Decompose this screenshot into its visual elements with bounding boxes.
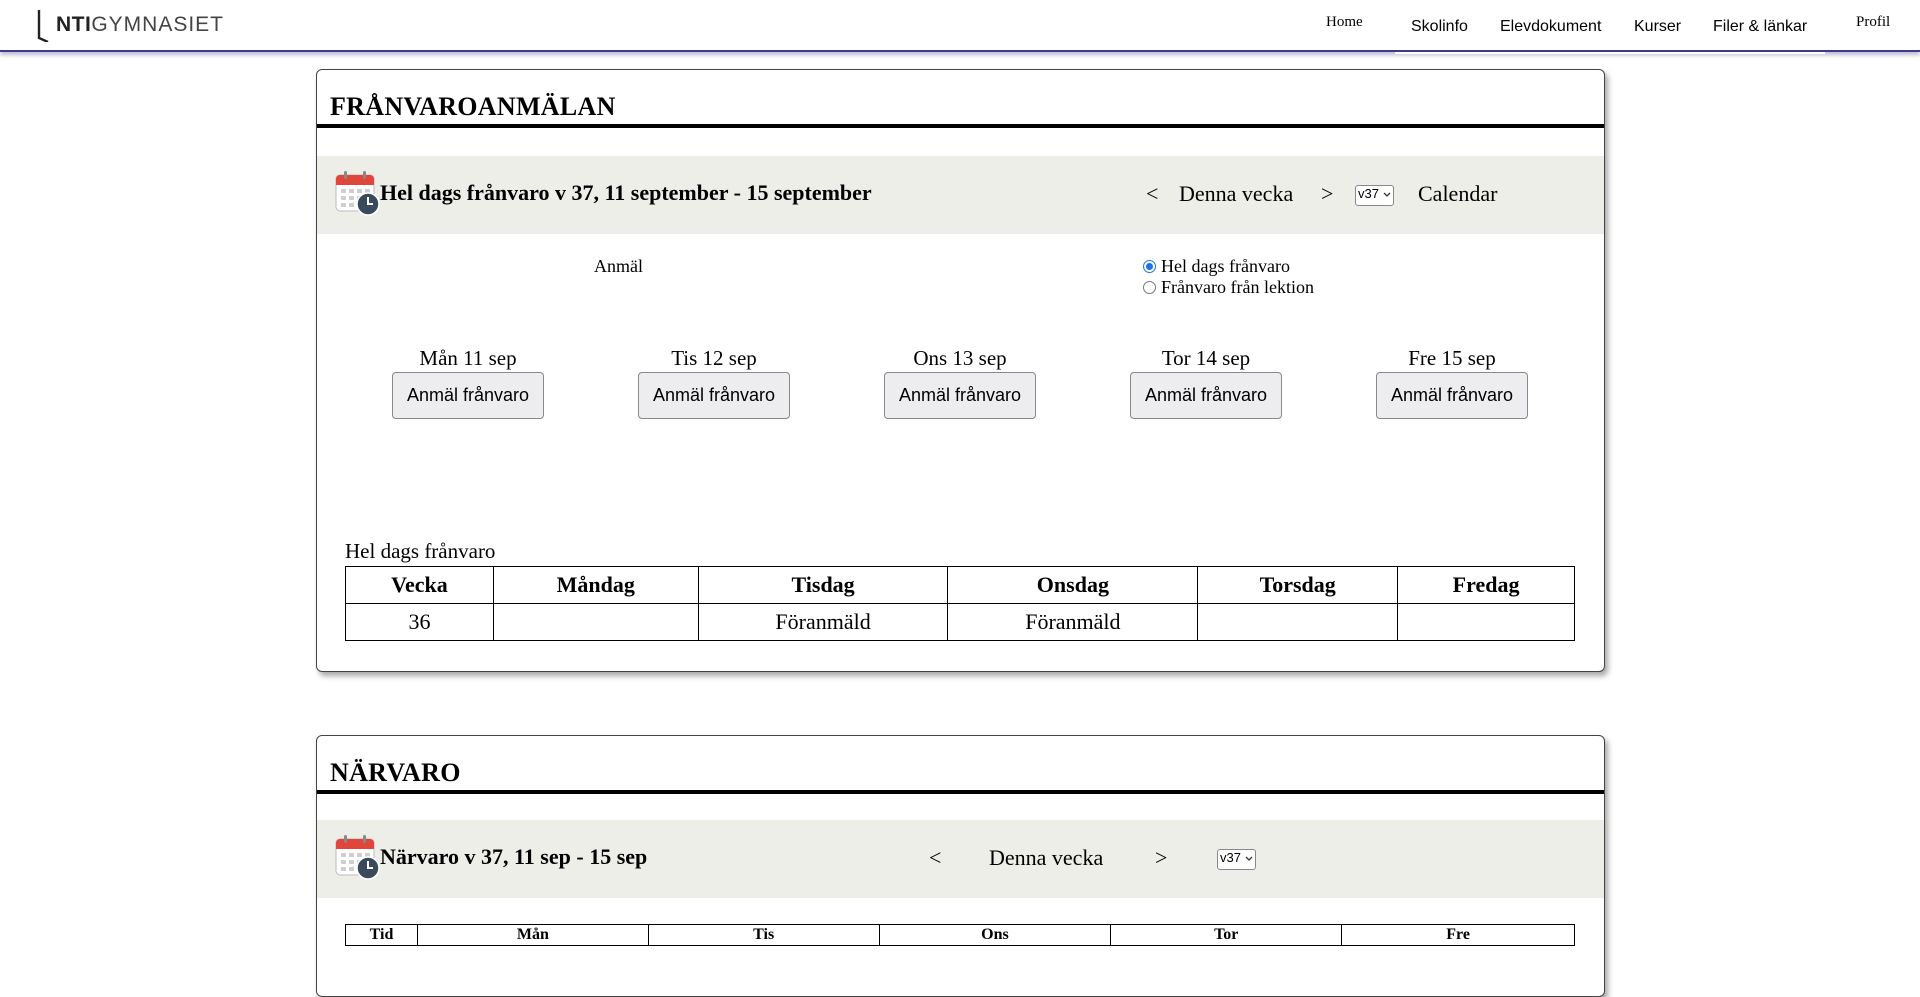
attendance-week-bar: Närvaro v 37, 11 sep - 15 sep < Denna ve…: [317, 820, 1604, 898]
calendar-clock-icon: [335, 171, 380, 216]
day-column-friday: Fre 15 sep Anmäl frånvaro: [1376, 346, 1528, 419]
day-label: Tor 14 sep: [1161, 346, 1251, 370]
absence-card-title: FRÅNVAROANMÄLAN: [330, 92, 616, 121]
report-absence-button-friday[interactable]: Anmäl frånvaro: [1376, 372, 1528, 419]
week-select[interactable]: v37: [1355, 185, 1394, 206]
table-row: 36 Föranmäld Föranmäld: [345, 603, 1575, 641]
day-column-tuesday: Tis 12 sep Anmäl frånvaro: [638, 346, 790, 419]
nav-elevdokument-link[interactable]: Elevdokument: [1500, 18, 1601, 36]
next-week-button[interactable]: >: [1321, 181, 1333, 207]
absence-table: Vecka Måndag Tisdag Onsdag Torsdag Freda…: [345, 566, 1575, 641]
absence-week-bar: Hel dags frånvaro v 37, 11 september - 1…: [317, 156, 1604, 234]
table-cell: Föranmäld: [697, 603, 949, 641]
attendance-card-title: NÄRVARO: [330, 758, 461, 787]
table-header-cell: Ons: [878, 924, 1112, 946]
radio-button-selected[interactable]: [1143, 260, 1156, 273]
previous-week-button[interactable]: <: [929, 845, 941, 871]
logo-bracket-icon: [37, 10, 49, 42]
day-column-wednesday: Ons 13 sep Anmäl frånvaro: [884, 346, 1036, 419]
attendance-week-title: Närvaro v 37, 11 sep - 15 sep: [380, 844, 648, 869]
table-cell: [492, 603, 699, 641]
chevron-down-icon: [1245, 856, 1253, 861]
table-header-cell: Onsdag: [947, 566, 1199, 604]
attendance-table: Tid Mån Tis Ons Tor Fre: [345, 924, 1575, 946]
radio-button-unselected[interactable]: [1143, 281, 1156, 294]
table-header-cell: Tisdag: [697, 566, 949, 604]
table-header-cell: Torsdag: [1197, 566, 1399, 604]
radio-full-day-label: Hel dags frånvaro: [1161, 256, 1290, 276]
day-label: Mån 11 sep: [419, 346, 517, 370]
table-header-cell: Tid: [345, 924, 418, 946]
table-header-cell: Tor: [1110, 924, 1343, 946]
absence-week-title: Hel dags frånvaro v 37, 11 september - 1…: [380, 180, 872, 205]
previous-week-button[interactable]: <: [1146, 181, 1158, 207]
table-header-cell: Fre: [1341, 924, 1575, 946]
nti-logo[interactable]: NTIGYMNASIET: [36, 6, 224, 44]
table-cell: 36: [345, 603, 494, 641]
week-select-value: v37: [1358, 186, 1379, 201]
radio-lesson-absence-label: Frånvaro från lektion: [1161, 277, 1314, 297]
next-week-button[interactable]: >: [1155, 845, 1167, 871]
report-label: Anmäl: [594, 256, 643, 276]
nav-filer-lankar-link[interactable]: Filer & länkar: [1713, 18, 1807, 36]
radio-lesson-absence[interactable]: Frånvaro från lektion: [1143, 277, 1314, 298]
day-label: Fre 15 sep: [1408, 346, 1496, 370]
nav-home-link[interactable]: Home: [1326, 14, 1363, 31]
table-header-row: Tid Mån Tis Ons Tor Fre: [345, 924, 1575, 946]
title-divider: [317, 790, 1604, 794]
week-select[interactable]: v37: [1217, 849, 1256, 870]
absence-table-caption: Hel dags frånvaro: [345, 539, 496, 563]
table-header-cell: Måndag: [492, 566, 699, 604]
top-navigation-bar: NTIGYMNASIET Home Skolinfo Elevdokument …: [0, 0, 1920, 54]
day-column-monday: Mån 11 sep Anmäl frånvaro: [392, 346, 544, 419]
table-header-cell: Fredag: [1397, 566, 1575, 604]
absence-report-card: FRÅNVAROANMÄLAN Hel dags frånvaro v 37, …: [316, 69, 1605, 672]
calendar-clock-icon: [335, 835, 380, 880]
this-week-button[interactable]: Denna vecka: [1179, 181, 1293, 207]
report-absence-button-thursday[interactable]: Anmäl frånvaro: [1130, 372, 1282, 419]
logo-text-light: GYMNASIET: [91, 13, 225, 36]
this-week-button[interactable]: Denna vecka: [989, 845, 1103, 871]
day-label: Ons 13 sep: [913, 346, 1007, 370]
calendar-link[interactable]: Calendar: [1418, 181, 1497, 207]
chevron-down-icon: [1383, 192, 1391, 197]
radio-full-day[interactable]: Hel dags frånvaro: [1143, 256, 1290, 277]
table-header-cell: Vecka: [345, 566, 494, 604]
logo-text-bold: NTI: [56, 13, 92, 36]
table-cell: [1197, 603, 1399, 641]
day-label: Tis 12 sep: [671, 346, 757, 370]
report-absence-button-tuesday[interactable]: Anmäl frånvaro: [638, 372, 790, 419]
week-select-value: v37: [1220, 850, 1241, 865]
report-absence-button-wednesday[interactable]: Anmäl frånvaro: [884, 372, 1036, 419]
report-absence-button-monday[interactable]: Anmäl frånvaro: [392, 372, 544, 419]
table-cell: Föranmäld: [947, 603, 1199, 641]
table-header-cell: Mån: [416, 924, 649, 946]
nav-skolinfo-link[interactable]: Skolinfo: [1411, 18, 1468, 36]
attendance-card: NÄRVARO Närvaro v 37, 11 sep - 15 sep < …: [316, 735, 1605, 997]
table-header-cell: Tis: [647, 924, 880, 946]
table-cell: [1397, 603, 1575, 641]
nav-kurser-link[interactable]: Kurser: [1634, 18, 1681, 36]
table-header-row: Vecka Måndag Tisdag Onsdag Torsdag Freda…: [345, 566, 1575, 604]
nav-profil-link[interactable]: Profil: [1856, 14, 1890, 31]
title-divider: [317, 124, 1604, 128]
day-column-thursday: Tor 14 sep Anmäl frånvaro: [1130, 346, 1282, 419]
